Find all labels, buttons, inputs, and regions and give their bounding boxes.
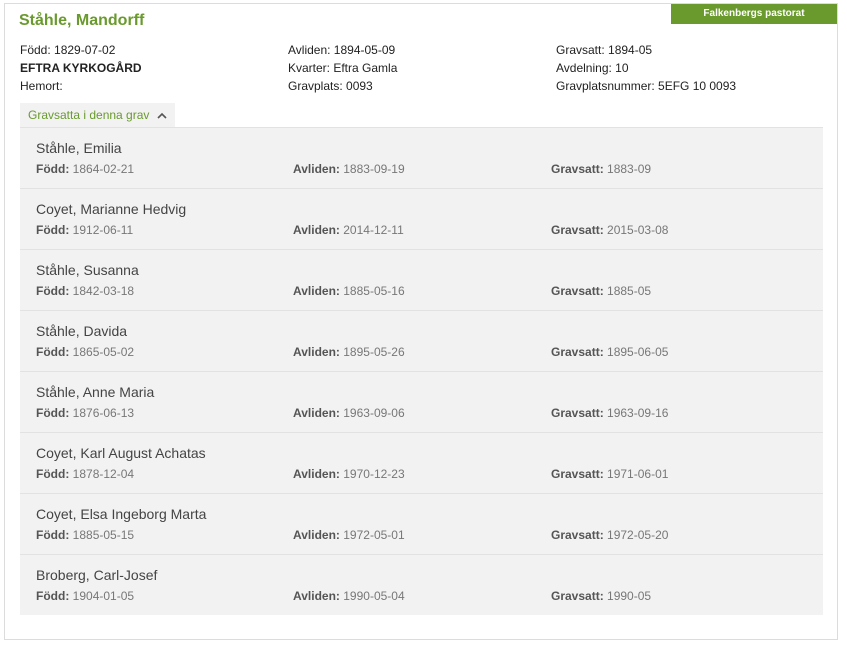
- person-born: Född: 1904-01-05: [36, 589, 135, 603]
- home-place: Hemort:: [20, 79, 63, 93]
- grave-card: Falkenbergs pastorat Ståhle, Mandorff Fö…: [4, 3, 838, 640]
- buried-date: Gravsatt: 1894-05: [556, 43, 653, 57]
- person-born: Född: 1885-05-15: [36, 528, 135, 542]
- person-born: Född: 1876-06-13: [36, 406, 135, 420]
- list-item: Ståhle, Emilia Född: 1864-02-21 Avliden:…: [20, 127, 823, 188]
- grave-plot-number: Gravplatsnummer: 5EFG 10 0093: [556, 79, 737, 93]
- person-died: Avliden: 1895-05-26: [293, 345, 405, 359]
- person-born: Född: 1842-03-18: [36, 284, 135, 298]
- info-column-1: Född: 1829-07-02 EFTRA KYRKOGÅRD Hemort:: [20, 41, 142, 95]
- person-buried: Gravsatt: 1963-09-16: [551, 406, 669, 420]
- person-died: Avliden: 1990-05-04: [293, 589, 405, 603]
- person-buried: Gravsatt: 1885-05: [551, 284, 652, 298]
- list-item: Broberg, Carl-Josef Född: 1904-01-05 Avl…: [20, 554, 823, 615]
- person-buried: Gravsatt: 1972-05-20: [551, 528, 669, 542]
- buried-list: Ståhle, Emilia Född: 1864-02-21 Avliden:…: [20, 127, 823, 615]
- toggle-label: Gravsatta i denna grav: [28, 108, 150, 122]
- person-died: Avliden: 2014-12-11: [293, 223, 404, 237]
- list-item: Ståhle, Susanna Född: 1842-03-18 Avliden…: [20, 249, 823, 310]
- person-name: Coyet, Marianne Hedvig: [36, 201, 187, 217]
- person-died: Avliden: 1970-12-23: [293, 467, 405, 481]
- person-buried: Gravsatt: 2015-03-08: [551, 223, 669, 237]
- born-date: Född: 1829-07-02: [20, 43, 116, 57]
- info-column-2: Avliden: 1894-05-09 Kvarter: Eftra Gamla…: [288, 41, 397, 95]
- list-item: Ståhle, Davida Född: 1865-05-02 Avliden:…: [20, 310, 823, 371]
- grave-plot: Gravplats: 0093: [288, 79, 373, 93]
- person-name: Ståhle, Susanna: [36, 262, 139, 278]
- parish-badge: Falkenbergs pastorat: [671, 4, 837, 24]
- person-buried: Gravsatt: 1883-09: [551, 162, 652, 176]
- chevron-up-icon: [157, 112, 167, 119]
- person-name: Ståhle, Davida: [36, 323, 128, 339]
- person-born: Född: 1878-12-04: [36, 467, 135, 481]
- list-item: Coyet, Elsa Ingeborg Marta Född: 1885-05…: [20, 493, 823, 554]
- person-name: Ståhle, Emilia: [36, 140, 122, 156]
- person-name: Coyet, Karl August Achatas: [36, 445, 206, 461]
- person-name: Ståhle, Anne Maria: [36, 384, 155, 400]
- section: Avdelning: 10: [556, 61, 629, 75]
- list-item: Coyet, Karl August Achatas Född: 1878-12…: [20, 432, 823, 493]
- person-born: Född: 1864-02-21: [36, 162, 135, 176]
- quarter: Kvarter: Eftra Gamla: [288, 61, 398, 75]
- person-name: Coyet, Elsa Ingeborg Marta: [36, 506, 207, 522]
- person-buried: Gravsatt: 1990-05: [551, 589, 652, 603]
- person-died: Avliden: 1972-05-01: [293, 528, 405, 542]
- person-born: Född: 1912-06-11: [36, 223, 134, 237]
- person-buried: Gravsatt: 1895-06-05: [551, 345, 669, 359]
- person-born: Född: 1865-05-02: [36, 345, 135, 359]
- buried-in-grave-toggle[interactable]: Gravsatta i denna grav: [20, 103, 176, 127]
- list-item: Ståhle, Anne Maria Född: 1876-06-13 Avli…: [20, 371, 823, 432]
- grave-title: Ståhle, Mandorff: [19, 12, 145, 29]
- person-died: Avliden: 1885-05-16: [293, 284, 405, 298]
- list-item: Coyet, Marianne Hedvig Född: 1912-06-11 …: [20, 188, 823, 249]
- cemetery-name: EFTRA KYRKOGÅRD: [20, 61, 142, 75]
- died-date: Avliden: 1894-05-09: [288, 43, 396, 57]
- person-buried: Gravsatt: 1971-06-01: [551, 467, 669, 481]
- person-died: Avliden: 1883-09-19: [293, 162, 405, 176]
- info-column-3: Gravsatt: 1894-05 Avdelning: 10 Gravplat…: [556, 41, 736, 95]
- person-name: Broberg, Carl-Josef: [36, 567, 158, 583]
- person-died: Avliden: 1963-09-06: [293, 406, 405, 420]
